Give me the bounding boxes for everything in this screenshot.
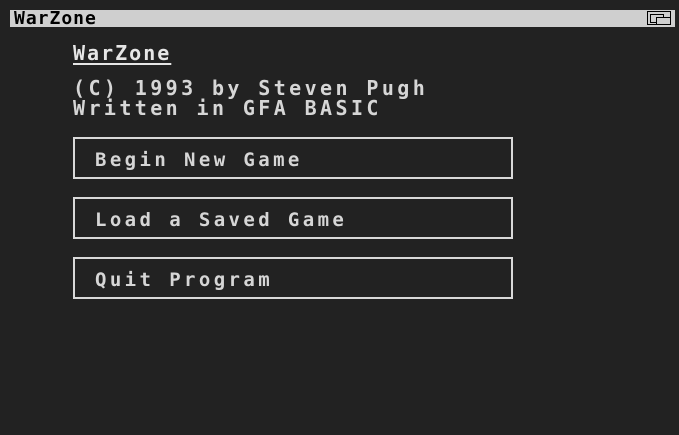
window-title: WarZone [14, 8, 97, 29]
window-depth-icon[interactable] [647, 11, 671, 25]
written-in-line: Written in GFA BASIC [73, 96, 382, 120]
begin-new-game-button[interactable]: Begin New Game [73, 137, 513, 179]
credits-block: (C) 1993 by Steven Pugh Written in GFA B… [73, 78, 428, 118]
copyright-line: (C) 1993 by Steven Pugh [73, 76, 429, 100]
quit-program-label: Quit Program [95, 269, 274, 291]
load-saved-game-button[interactable]: Load a Saved Game [73, 197, 513, 239]
depth-front-square [656, 17, 671, 25]
load-saved-game-label: Load a Saved Game [95, 209, 348, 231]
app-heading: WarZone [73, 41, 172, 65]
window-titlebar[interactable]: WarZone [10, 8, 675, 29]
quit-program-button[interactable]: Quit Program [73, 257, 513, 299]
warzone-screen: WarZone WarZone (C) 1993 by Steven Pugh … [0, 0, 679, 435]
begin-new-game-label: Begin New Game [95, 149, 303, 171]
